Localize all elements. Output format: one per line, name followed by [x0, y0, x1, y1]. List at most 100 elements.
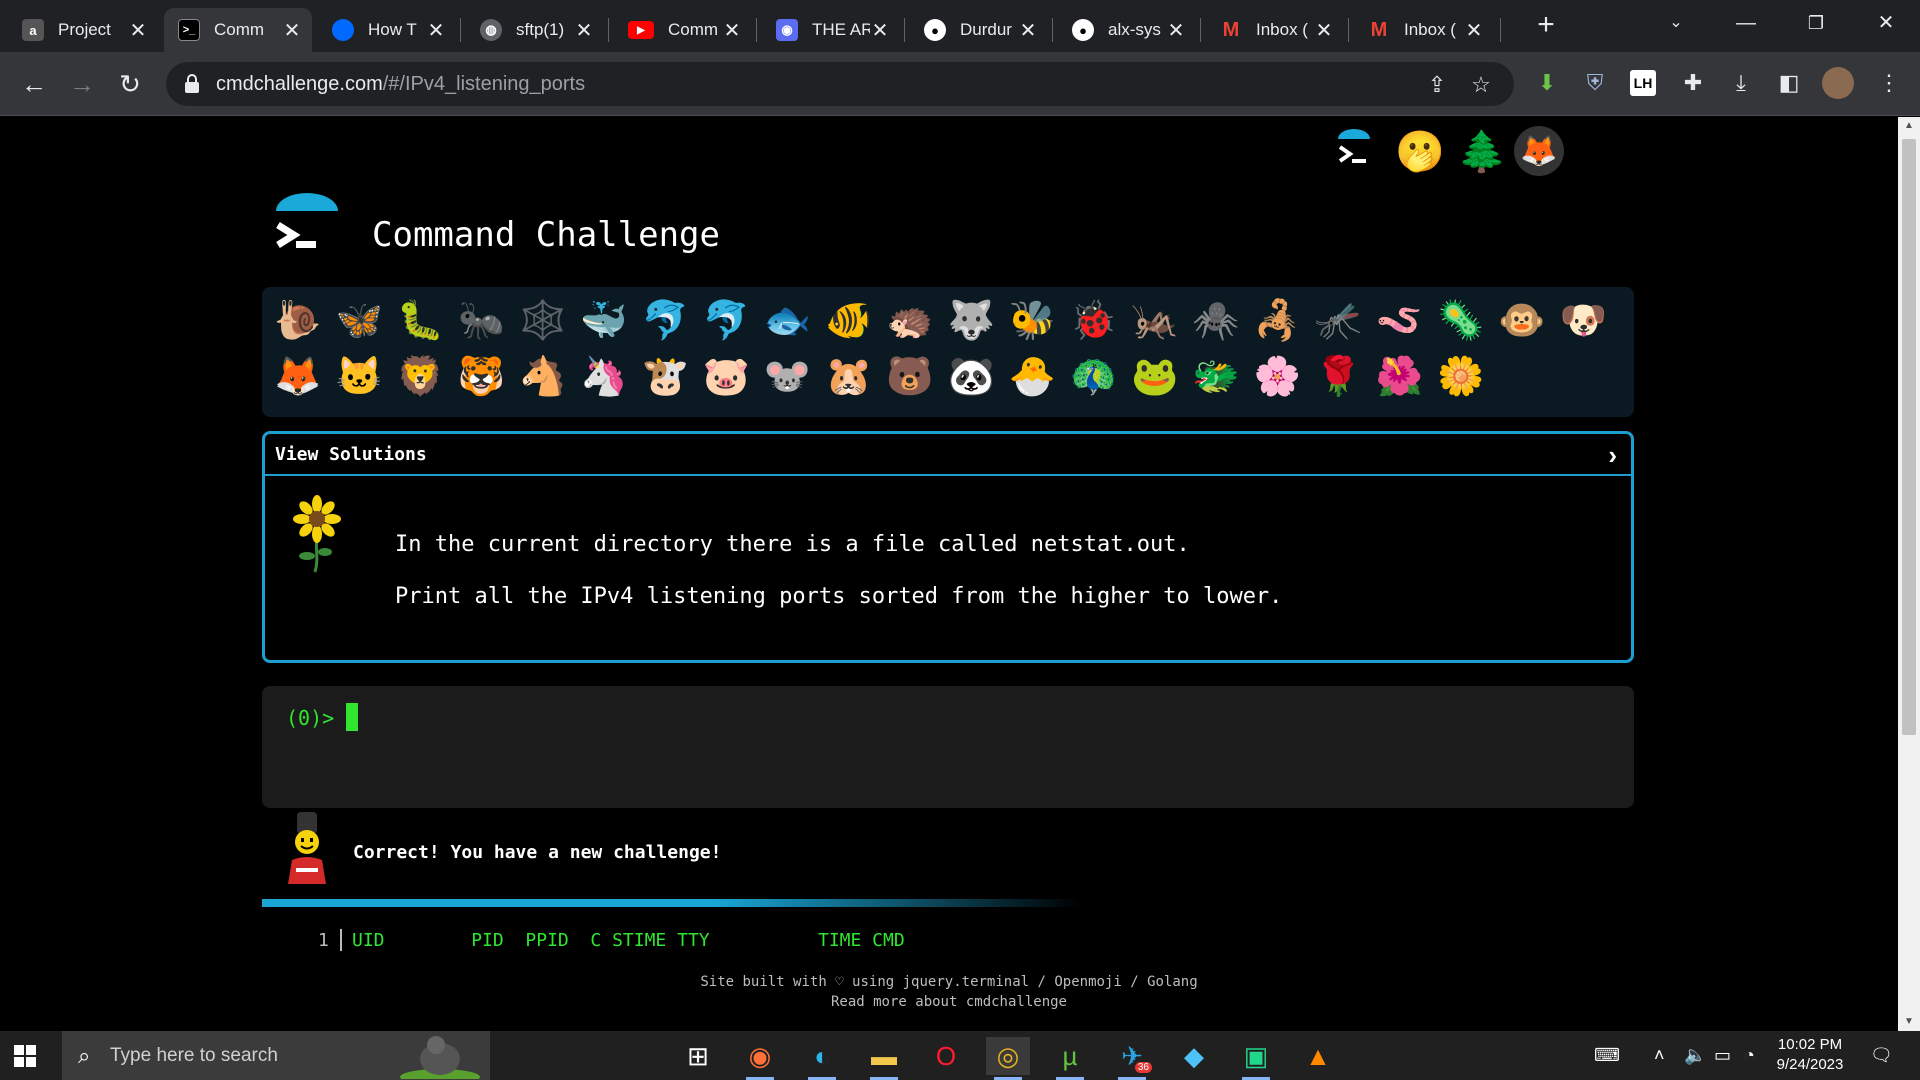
telegram-icon[interactable]: ✈ 36	[1110, 1037, 1154, 1080]
windows-start-icon[interactable]	[14, 1045, 36, 1067]
menu-kebab-icon[interactable]: ⋮	[1874, 68, 1904, 98]
scroll-up-arrow[interactable]: ▲	[1898, 117, 1920, 135]
challenge-badge[interactable]: 🕸️	[517, 295, 569, 347]
close-window-button[interactable]: ✕	[1856, 6, 1916, 40]
challenge-badge[interactable]: 🐬	[700, 295, 752, 347]
edge-icon[interactable]: ◐	[800, 1037, 844, 1080]
challenge-badge[interactable]: 🦄	[578, 351, 630, 403]
scroll-down-arrow[interactable]: ▼	[1898, 1013, 1920, 1031]
url-text[interactable]: cmdchallenge.com/#/IPv4_listening_ports	[216, 73, 585, 96]
tab-sftp[interactable]: ◍ sftp(1) ✕	[466, 8, 604, 52]
side-panel-icon[interactable]: ◧	[1774, 68, 1804, 98]
address-bar[interactable]: cmdchallenge.com/#/IPv4_listening_ports …	[166, 62, 1514, 106]
lock-icon[interactable]	[184, 74, 200, 94]
challenge-badge[interactable]: 🦁	[394, 351, 446, 403]
minimize-button[interactable]: —	[1716, 6, 1776, 40]
challenge-badge[interactable]: 🐺	[945, 295, 997, 347]
close-icon[interactable]: ✕	[1166, 18, 1186, 43]
download-extension-icon[interactable]: ⬇	[1532, 68, 1562, 98]
challenge-badge[interactable]: 🐭	[762, 351, 814, 403]
challenge-badge[interactable]: 🐬	[639, 295, 691, 347]
tab-durdur[interactable]: ● Durdur ✕	[910, 8, 1048, 52]
terminal-logo-icon[interactable]	[1326, 123, 1382, 179]
challenge-badge[interactable]: 🦗	[1129, 295, 1181, 347]
scrollbar-thumb[interactable]	[1902, 139, 1916, 735]
challenge-badge[interactable]: 🐮	[639, 351, 691, 403]
challenge-badge[interactable]: 🐴	[517, 351, 569, 403]
close-icon[interactable]: ✕	[426, 18, 446, 43]
chevron-up-icon[interactable]: ˄	[1654, 1045, 1665, 1066]
challenge-badge[interactable]: 🐶	[1557, 295, 1609, 347]
back-button[interactable]: ←	[16, 66, 52, 102]
tab-inbox-2[interactable]: M Inbox ( ✕	[1354, 8, 1494, 52]
close-icon[interactable]: ✕	[1314, 18, 1334, 43]
utorrent-icon[interactable]: µ	[1048, 1037, 1092, 1080]
share-icon[interactable]: ⇪	[1424, 72, 1450, 98]
tab-search-button[interactable]: ⌄	[1646, 6, 1706, 40]
challenge-badge[interactable]: 🐱	[333, 351, 385, 403]
gitlab-icon[interactable]: 🦊	[1514, 126, 1564, 176]
challenge-badge[interactable]: 🐵	[1496, 295, 1548, 347]
lh-extension-icon[interactable]: LH	[1630, 70, 1656, 96]
challenge-badge[interactable]: 🐛	[394, 295, 446, 347]
tab-inbox-1[interactable]: M Inbox ( ✕	[1206, 8, 1344, 52]
challenge-badge[interactable]: 🐟	[762, 295, 814, 347]
challenge-badge[interactable]: 🐞	[1068, 295, 1120, 347]
challenge-badge[interactable]: 🐻	[884, 351, 936, 403]
keyboard-icon[interactable]: ⌨	[1594, 1045, 1620, 1066]
file-explorer-icon[interactable]: ▬	[862, 1037, 906, 1080]
challenge-badge[interactable]: 🦚	[1068, 351, 1120, 403]
close-icon[interactable]: ✕	[1018, 18, 1038, 43]
tab-project[interactable]: a Project ✕	[8, 8, 158, 52]
close-icon[interactable]: ✕	[722, 18, 742, 43]
close-icon[interactable]: ✕	[128, 18, 148, 43]
store-icon[interactable]: ⊞	[676, 1037, 720, 1075]
challenge-badge[interactable]: 🌺	[1374, 351, 1426, 403]
challenge-badge[interactable]: 🐠	[823, 295, 875, 347]
emoji-face-icon[interactable]: 🫢	[1392, 123, 1448, 179]
tab-how-to[interactable]: How T ✕	[318, 8, 456, 52]
close-icon[interactable]: ✕	[282, 18, 302, 43]
close-icon[interactable]: ✕	[1464, 18, 1484, 43]
forward-button[interactable]: →	[64, 66, 100, 102]
chrome-icon[interactable]: ◎	[986, 1037, 1030, 1080]
tab-alx-sys[interactable]: ● alx-sys ✕	[1058, 8, 1196, 52]
restore-button[interactable]: ❐	[1786, 6, 1846, 40]
challenge-badge[interactable]: 🦔	[884, 295, 936, 347]
challenge-badge[interactable]: 🐹	[823, 351, 875, 403]
challenge-badge[interactable]: 🐸	[1129, 351, 1181, 403]
downloads-icon[interactable]: ⤓	[1726, 68, 1756, 98]
firefox-icon[interactable]: ◉	[738, 1037, 782, 1080]
tab-the-ar[interactable]: ◉ THE AR ✕	[762, 8, 900, 52]
challenge-badge[interactable]: 🐣	[1006, 351, 1058, 403]
terminal[interactable]: (0)>	[262, 686, 1634, 808]
view-solutions-header[interactable]: View Solutions ›	[265, 434, 1631, 476]
challenge-badge[interactable]: 🐌	[272, 295, 324, 347]
page-scrollbar[interactable]: ▲ ▼	[1898, 117, 1920, 1031]
extensions-puzzle-icon[interactable]: ✚	[1678, 68, 1708, 98]
challenge-badge[interactable]: 🦟	[1312, 295, 1364, 347]
reload-button[interactable]: ↻	[112, 66, 148, 102]
taskbar-search[interactable]: ⌕ Type here to search	[62, 1031, 490, 1080]
tab-youtube[interactable]: ▶ Comm ✕	[614, 8, 752, 52]
challenge-badge[interactable]: 🦋	[333, 295, 385, 347]
challenge-badge[interactable]: 🐝	[1006, 295, 1058, 347]
challenge-badge[interactable]: 🦂	[1251, 295, 1303, 347]
challenge-badge[interactable]: 🐜	[456, 295, 508, 347]
challenge-badge[interactable]: 🐳	[578, 295, 630, 347]
notifications-icon[interactable]: 🗨	[1870, 1045, 1893, 1066]
tree-icon[interactable]: 🌲	[1454, 123, 1510, 179]
opera-icon[interactable]: O	[924, 1037, 968, 1075]
profile-avatar[interactable]	[1822, 67, 1854, 99]
bookmark-star-icon[interactable]: ☆	[1468, 72, 1494, 98]
volume-icon[interactable]: 🔈	[1684, 1045, 1706, 1066]
mail-icon[interactable]: ✉	[1576, 123, 1632, 179]
vlc-icon[interactable]: ▲	[1296, 1037, 1340, 1075]
pycharm-icon[interactable]: ▣	[1234, 1037, 1278, 1080]
new-tab-button[interactable]: +	[1530, 10, 1562, 42]
challenge-badge[interactable]: 🪱	[1374, 295, 1426, 347]
challenge-badge[interactable]: 🦠	[1435, 295, 1487, 347]
battery-icon[interactable]: ▭	[1714, 1045, 1731, 1066]
shield-icon[interactable]: ⛨	[1580, 68, 1610, 98]
challenge-badge[interactable]: 🦊	[272, 351, 324, 403]
